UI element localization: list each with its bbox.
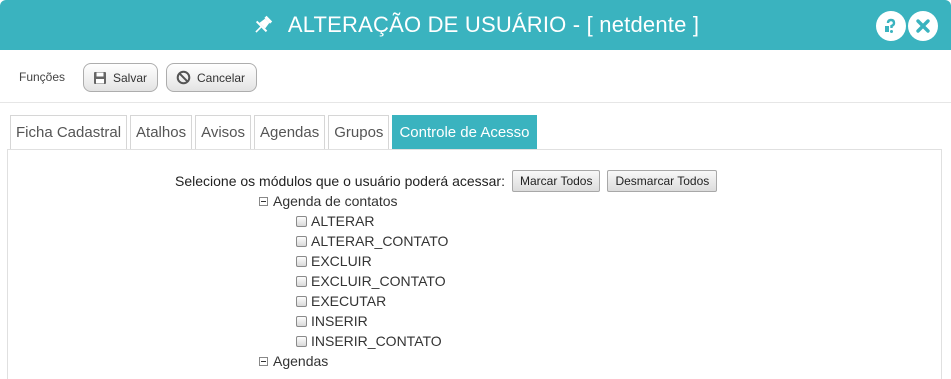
permission-item: INSERIR xyxy=(296,311,448,331)
permission-label: ALTERAR xyxy=(311,213,375,229)
permission-label: ALTERAR_CONTATO xyxy=(311,233,449,249)
permission-item: EXCLUIR xyxy=(296,251,448,271)
select-modules-prompt: Selecione os módulos que o usuário poder… xyxy=(175,173,505,189)
permission-item: ALTERAR xyxy=(296,211,448,231)
help-button[interactable] xyxy=(876,11,906,41)
permission-label: EXCLUIR_CONTATO xyxy=(311,273,446,289)
access-control-panel: Selecione os módulos que o usuário poder… xyxy=(7,149,942,379)
group-label: Agenda de contatos xyxy=(273,193,398,209)
select-all-button[interactable]: Marcar Todos xyxy=(511,170,601,192)
permission-label: EXCLUIR xyxy=(311,253,372,269)
close-button[interactable] xyxy=(908,11,938,41)
deselect-all-button[interactable]: Desmarcar Todos xyxy=(607,170,718,192)
window-title-area: ALTERAÇÃO DE USUÁRIO - [ netdente ] xyxy=(0,0,951,50)
save-button-label: Salvar xyxy=(113,70,148,85)
tab-bar: Ficha Cadastral Atalhos Avisos Agendas G… xyxy=(10,115,540,149)
permission-item: EXCLUIR_CONTATO xyxy=(296,271,448,291)
tab-grupos[interactable]: Grupos xyxy=(328,115,390,149)
tab-ficha-cadastral[interactable]: Ficha Cadastral xyxy=(10,115,128,149)
title-bar: ALTERAÇÃO DE USUÁRIO - [ netdente ] xyxy=(0,0,951,50)
cancel-button[interactable]: Cancelar xyxy=(166,63,257,92)
close-icon xyxy=(916,19,930,33)
user-edit-dialog: ALTERAÇÃO DE USUÁRIO - [ netdente ] Funç… xyxy=(0,0,951,379)
save-icon xyxy=(94,71,106,84)
permission-checkbox[interactable] xyxy=(296,275,307,287)
tab-atalhos[interactable]: Atalhos xyxy=(130,115,193,149)
select-modules-row: Selecione os módulos que o usuário poder… xyxy=(175,169,718,193)
tab-avisos[interactable]: Avisos xyxy=(195,115,252,149)
permission-item: EXECUTAR xyxy=(296,291,448,311)
permission-item: ALTERAR_CONTATO xyxy=(296,231,448,251)
permission-checkbox[interactable] xyxy=(296,215,307,227)
permission-checkbox[interactable] xyxy=(296,315,307,327)
tab-agendas[interactable]: Agendas xyxy=(254,115,326,149)
toolbar: Funções Salvar Cancelar xyxy=(0,50,951,103)
permission-checkbox[interactable] xyxy=(296,235,307,247)
group-label: Agendas xyxy=(273,353,329,369)
permission-label: INSERIR_CONTATO xyxy=(311,333,442,349)
permission-checkbox[interactable] xyxy=(296,255,307,267)
window-title: ALTERAÇÃO DE USUÁRIO - [ netdente ] xyxy=(287,12,700,37)
save-button[interactable]: Salvar xyxy=(83,63,158,92)
tab-controle-de-acesso[interactable]: Controle de Acesso xyxy=(392,115,537,149)
collapse-toggle-icon[interactable] xyxy=(259,356,268,366)
cancel-icon xyxy=(176,70,191,85)
functions-label: Funções xyxy=(19,70,66,84)
permission-label: INSERIR xyxy=(311,313,368,329)
pin-icon[interactable] xyxy=(252,14,274,36)
tree-group: Agenda de contatos xyxy=(258,191,448,211)
collapse-toggle-icon[interactable] xyxy=(259,196,268,206)
permission-checkbox[interactable] xyxy=(296,335,307,347)
cancel-button-label: Cancelar xyxy=(197,70,246,85)
help-icon xyxy=(885,18,896,33)
permission-label: EXECUTAR xyxy=(311,293,387,309)
tree-group: Agendas xyxy=(258,351,448,371)
module-tree: Agenda de contatos ALTERAR ALTERAR_CONTA… xyxy=(258,191,448,371)
permission-checkbox[interactable] xyxy=(296,295,307,307)
permission-item: INSERIR_CONTATO xyxy=(296,331,448,351)
